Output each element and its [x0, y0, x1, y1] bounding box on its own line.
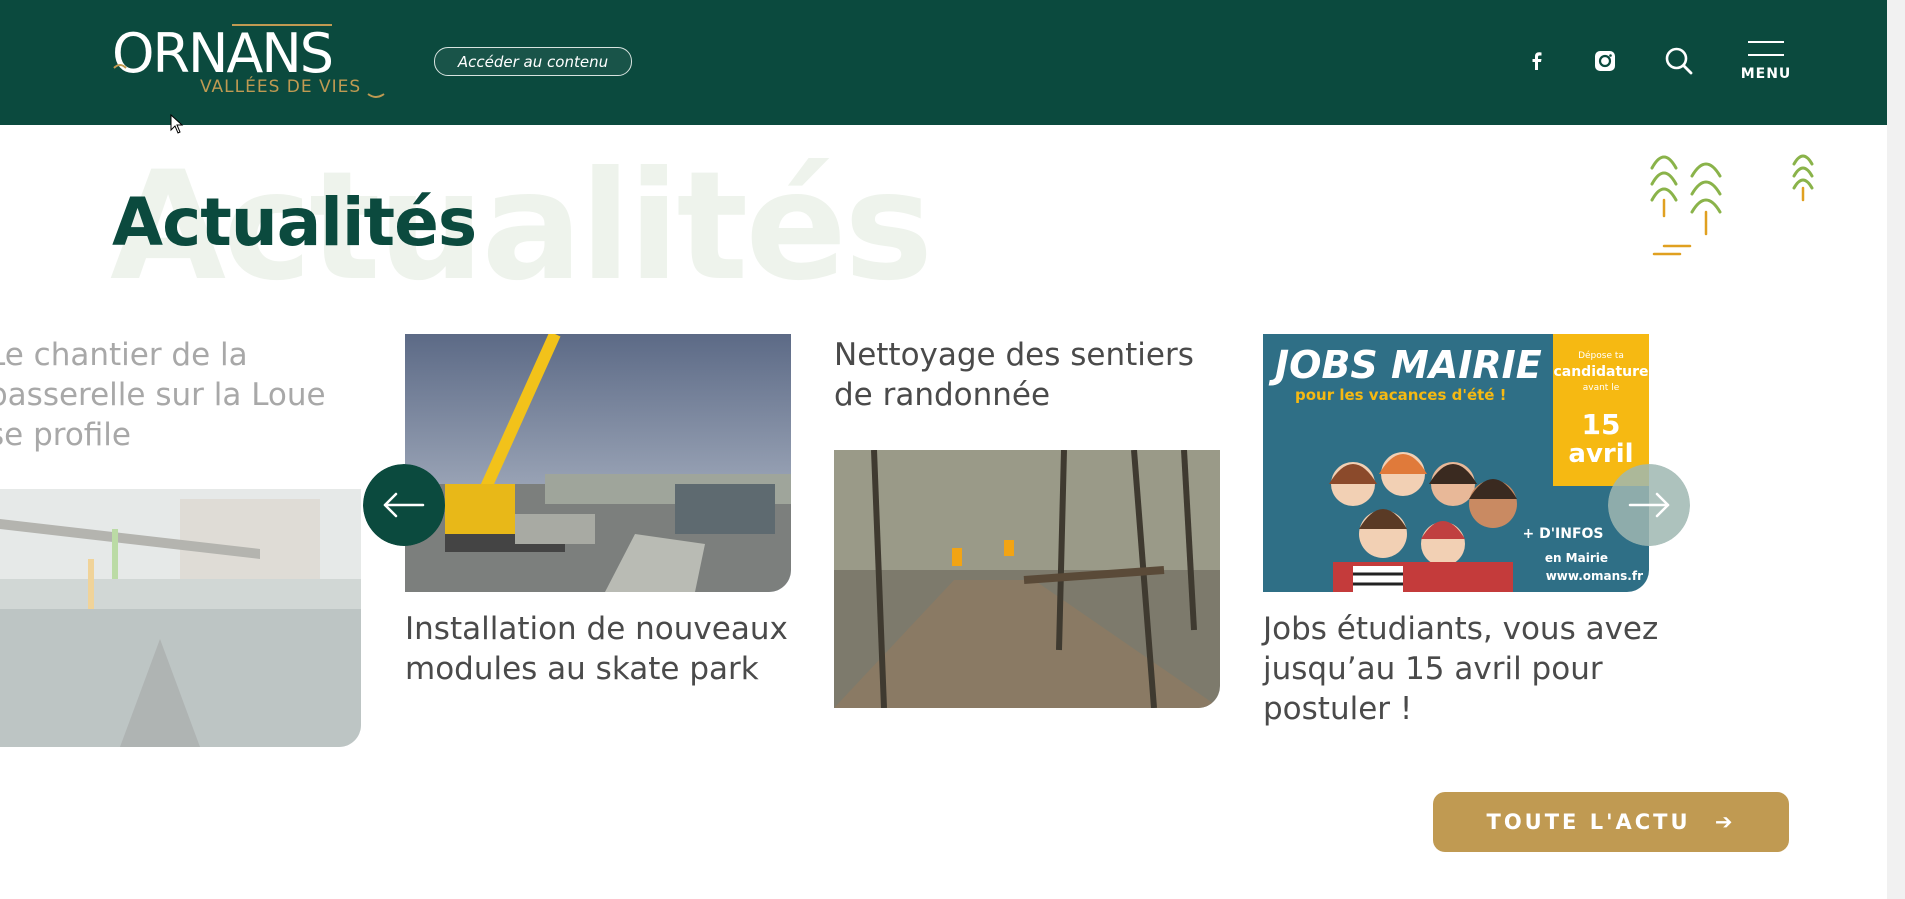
news-card-title[interactable]: Jobs étudiants, vous avez jusqu’au 15 av… — [1263, 609, 1663, 729]
mouse-cursor-icon — [170, 114, 184, 134]
svg-text:www.omans.fr: www.omans.fr — [1546, 569, 1643, 583]
svg-text:avril: avril — [1568, 439, 1633, 469]
menu-label: MENU — [1740, 66, 1792, 82]
facebook-icon[interactable] — [1524, 48, 1550, 74]
skate-park-crane-photo[interactable] — [405, 334, 791, 592]
site-header: ORNANS VALLÉES DE VIES Accéder au conten… — [0, 0, 1905, 125]
section-title: Actualités — [112, 184, 477, 261]
logo-wordmark: ORNANS — [112, 22, 332, 85]
carousel-next-button[interactable] — [1608, 464, 1690, 546]
forest-trail-photo[interactable] — [834, 450, 1220, 708]
arrow-right-icon: ➔ — [1714, 810, 1736, 834]
jobs-mairie-poster[interactable]: JOBS MAIRIE pour les vacances d'été ! Dé… — [1263, 334, 1649, 592]
news-card-title[interactable]: Installation de nouveaux modules au skat… — [405, 609, 805, 689]
svg-text:en Mairie: en Mairie — [1545, 551, 1608, 565]
news-card-title[interactable]: Le chantier de la passerelle sur la Loue… — [0, 335, 358, 455]
svg-text:avant le: avant le — [1583, 383, 1620, 393]
all-news-button[interactable]: TOUTE L'ACTU ➔ — [1433, 792, 1789, 852]
carousel-prev-button[interactable] — [363, 464, 445, 546]
svg-text:JOBS MAIRIE: JOBS MAIRIE — [1268, 343, 1542, 387]
svg-text:15: 15 — [1582, 408, 1621, 441]
ornans-logo[interactable]: ORNANS VALLÉES DE VIES — [112, 22, 392, 102]
page-scrollbar[interactable] — [1887, 0, 1905, 899]
all-news-label: TOUTE L'ACTU — [1486, 810, 1691, 834]
skip-to-content-link[interactable]: Accéder au contenu — [434, 47, 632, 76]
bridge-river-photo[interactable] — [0, 489, 361, 747]
instagram-icon[interactable] — [1592, 48, 1618, 74]
hamburger-icon — [1748, 41, 1784, 56]
svg-text:Dépose ta: Dépose ta — [1578, 350, 1624, 361]
trees-illustration-icon — [1650, 154, 1814, 256]
menu-button[interactable]: MENU — [1738, 38, 1794, 82]
search-icon[interactable] — [1664, 46, 1694, 76]
svg-text:candidature: candidature — [1553, 364, 1648, 380]
news-card-title[interactable]: Nettoyage des sentiers de randonnée — [834, 335, 1224, 415]
svg-text:+ D'INFOS: + D'INFOS — [1523, 526, 1604, 542]
logo-tagline: VALLÉES DE VIES — [200, 75, 361, 97]
svg-text:pour les vacances d'été !: pour les vacances d'été ! — [1295, 386, 1507, 404]
